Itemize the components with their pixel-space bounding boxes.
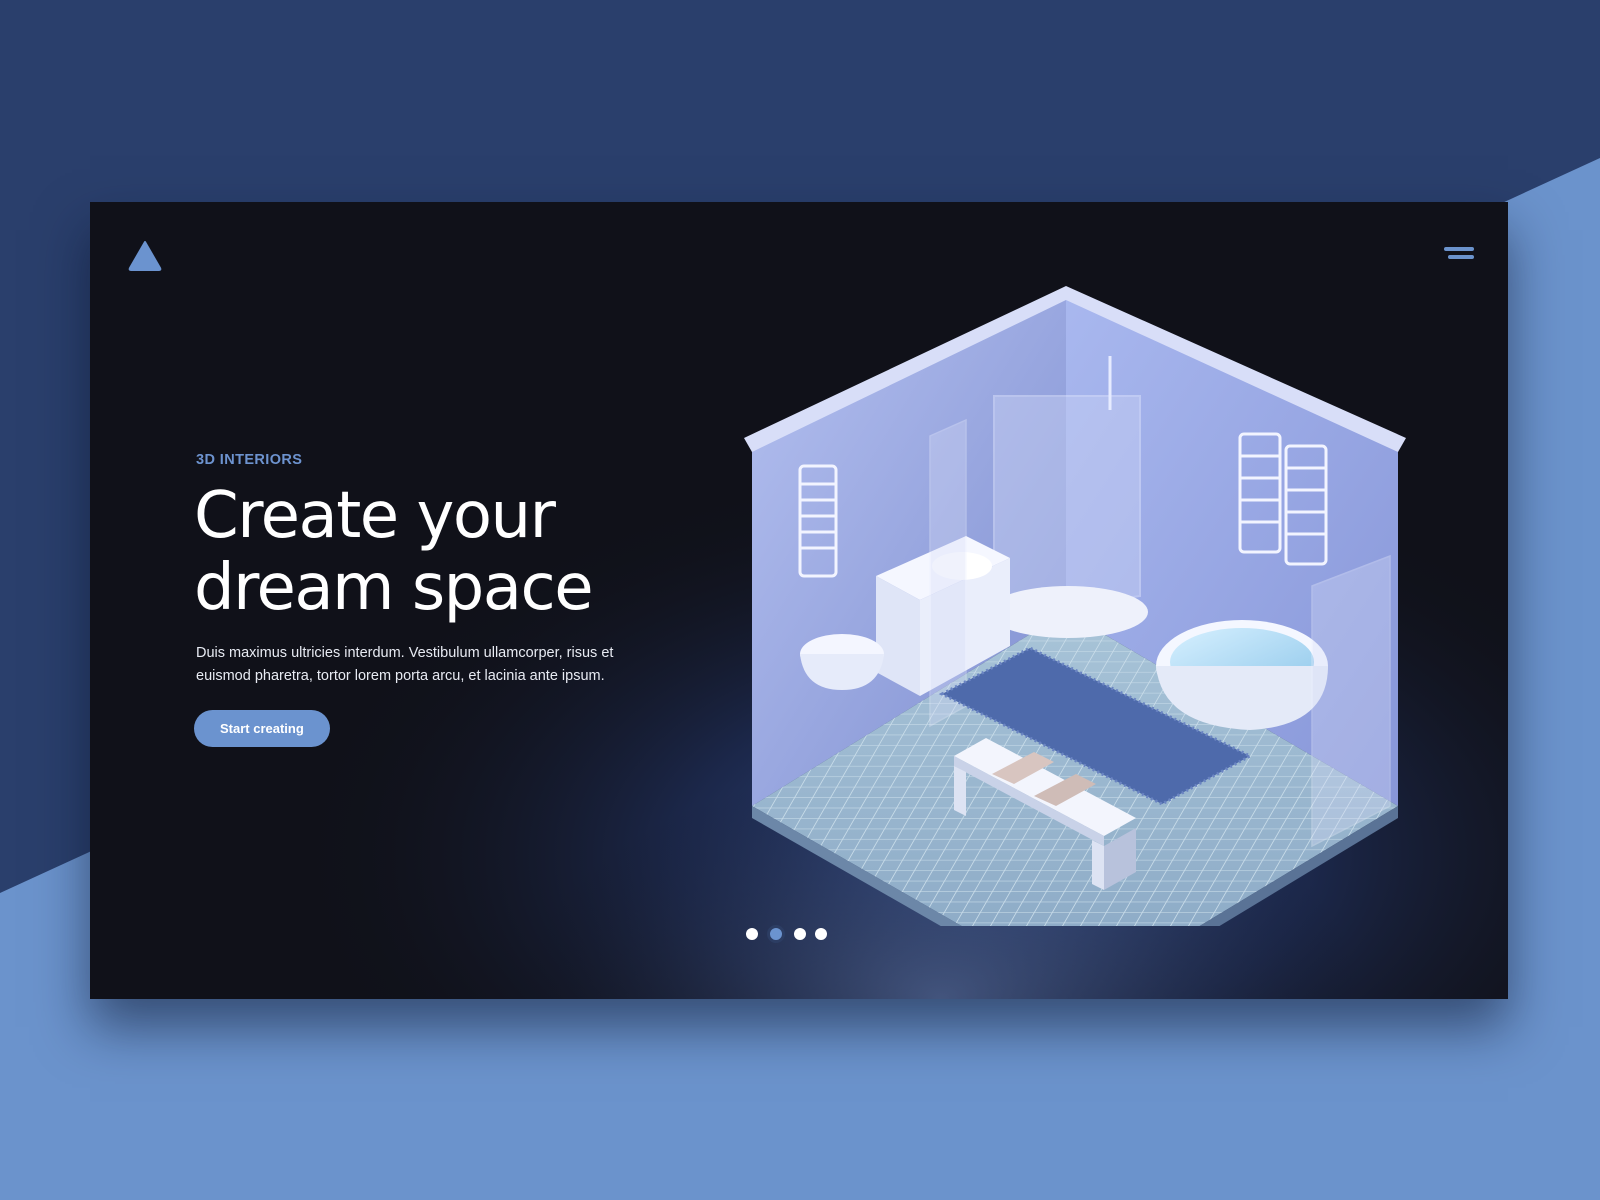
carousel-pagination [746, 925, 827, 943]
start-creating-button[interactable]: Start creating [194, 710, 330, 747]
hero-card: 3D INTERIORS Create your dream space Dui… [90, 202, 1508, 999]
triangle-logo-icon[interactable] [128, 240, 162, 272]
hero-content: 3D INTERIORS Create your dream space Dui… [194, 452, 754, 747]
menu-bar-icon [1444, 247, 1474, 251]
carousel-dot-4[interactable] [815, 928, 827, 940]
carousel-dot-2-active[interactable] [767, 925, 785, 943]
eyebrow-label: 3D INTERIORS [196, 452, 303, 468]
carousel-dot-1[interactable] [746, 928, 758, 940]
hero-title-line2: dream space [194, 551, 594, 625]
hero-title: Create your dream space [194, 480, 754, 624]
hero-subtitle: Duis maximus ultricies interdum. Vestibu… [196, 645, 614, 684]
menu-bar-icon [1448, 255, 1474, 259]
isometric-bathroom-icon [744, 286, 1406, 926]
hamburger-menu-icon[interactable] [1440, 242, 1474, 266]
carousel-dot-3[interactable] [794, 928, 806, 940]
hero-title-line1: Create your [194, 479, 556, 553]
